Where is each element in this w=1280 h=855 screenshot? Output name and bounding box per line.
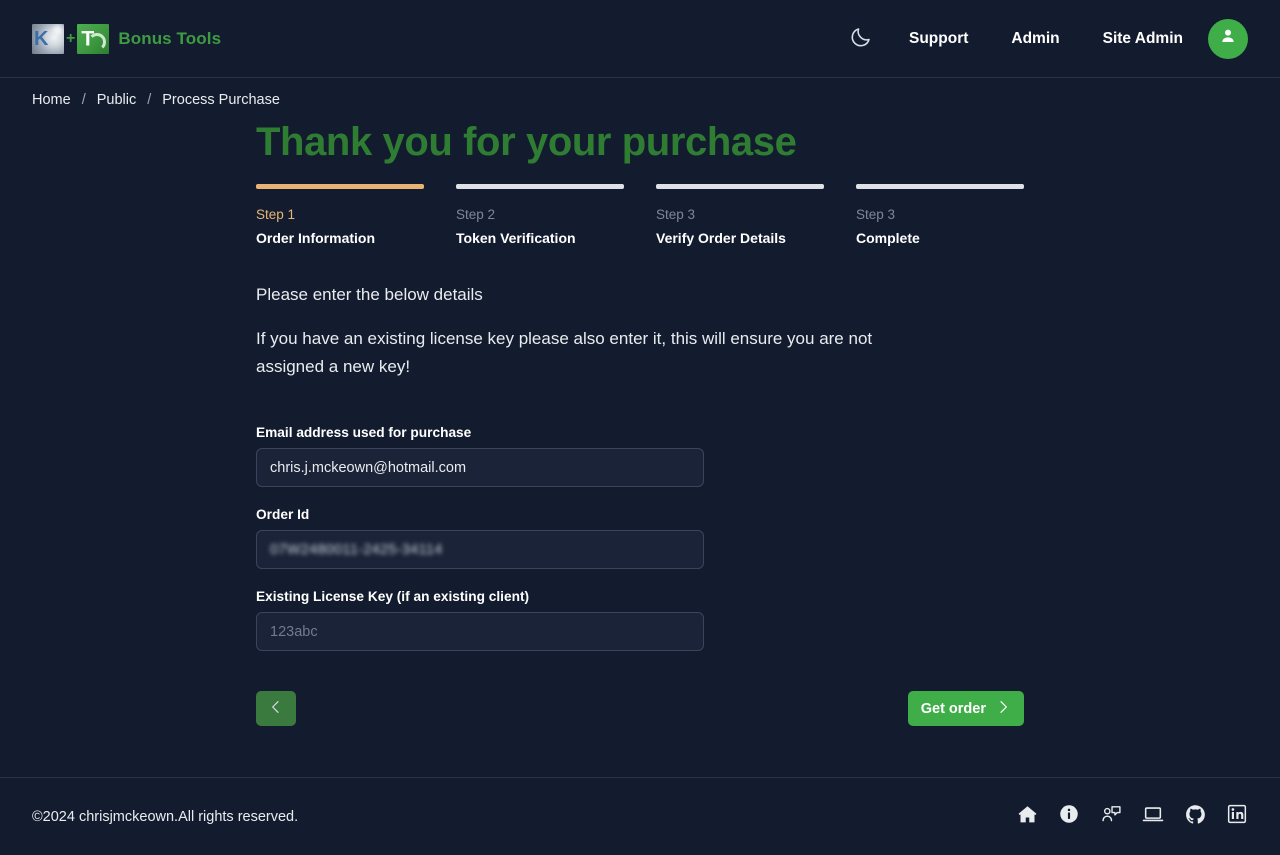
- stepper-bar-4: [856, 184, 1024, 189]
- stepper-label-3: Verify Order Details: [656, 229, 786, 246]
- page-title: Thank you for your purchase: [256, 120, 797, 164]
- field-email: Email address used for purchase: [256, 425, 1156, 488]
- instruction-primary: Please enter the below details: [256, 285, 483, 305]
- user-avatar-button[interactable]: [1208, 18, 1248, 59]
- stepper-label-1: Order Information: [256, 229, 376, 246]
- moon-icon: [849, 25, 873, 52]
- brand-name: Bonus Tools: [118, 28, 222, 48]
- content-inner-column: Thank you for your purchase Step 1 Order…: [256, 120, 1156, 727]
- breadcrumb-item-home[interactable]: Home: [32, 92, 71, 108]
- get-order-button-label: Get order: [920, 700, 986, 717]
- stepper-step-2[interactable]: Step 2 Token Verification: [456, 184, 624, 248]
- footer-linkedin-link[interactable]: [1226, 804, 1248, 829]
- stepper-label-4: Complete: [856, 229, 920, 246]
- tools-logo-icon: [77, 23, 110, 54]
- page-footer: ©2024 chrisjmckeown.All rights reserved.: [0, 777, 1280, 855]
- order-id-field-label: Order Id: [256, 507, 310, 523]
- chevron-right-icon: [995, 699, 1011, 719]
- linkedin-icon: [1227, 804, 1247, 829]
- stepper-number-3: Step 3: [656, 207, 696, 222]
- stepper-label-2: Token Verification: [456, 229, 576, 246]
- top-navigation-bar: + Bonus Tools Support Admin Site Admin: [0, 0, 1280, 78]
- laptop-icon: [1142, 803, 1164, 830]
- license-key-input[interactable]: [256, 612, 704, 652]
- nav-link-admin[interactable]: Admin: [1011, 22, 1059, 56]
- footer-social-links: [1016, 804, 1248, 830]
- field-license-key: Existing License Key (if an existing cli…: [256, 589, 1156, 652]
- stepper-step-3[interactable]: Step 3 Verify Order Details: [656, 184, 824, 248]
- order-id-input[interactable]: 07W2480011-2425-34114: [256, 530, 704, 570]
- footer-support-link[interactable]: [1100, 804, 1122, 830]
- back-button[interactable]: [256, 691, 296, 727]
- user-icon: [1218, 26, 1238, 51]
- main-content: Thank you for your purchase Step 1 Order…: [0, 120, 1280, 727]
- instruction-secondary: If you have an existing license key plea…: [256, 328, 873, 377]
- stepper-bar-3: [656, 184, 824, 189]
- info-circle-icon: [1059, 804, 1079, 829]
- footer-home-link[interactable]: [1016, 804, 1038, 830]
- progress-stepper: Step 1 Order Information Step 2 Token Ve…: [256, 184, 1156, 248]
- email-input[interactable]: [256, 448, 704, 488]
- get-order-button[interactable]: Get order: [907, 691, 1024, 727]
- breadcrumb-separator: /: [147, 92, 152, 108]
- theme-toggle-button[interactable]: [841, 19, 881, 59]
- stepper-bar-1: [256, 184, 424, 189]
- kontrol-logo-icon: [32, 23, 64, 54]
- form-actions: Get order: [256, 691, 1024, 727]
- email-field-label: Email address used for purchase: [256, 425, 472, 441]
- stepper-step-1[interactable]: Step 1 Order Information: [256, 184, 424, 248]
- home-icon: [1017, 804, 1038, 830]
- nav-link-support[interactable]: Support: [909, 22, 968, 56]
- chevron-left-icon: [268, 699, 284, 718]
- footer-desktop-link[interactable]: [1142, 806, 1164, 828]
- field-order-id: Order Id 07W2480011-2425-34114: [256, 507, 1156, 570]
- breadcrumb-separator: /: [81, 92, 86, 108]
- breadcrumb: Home / Public / Process Purchase: [0, 78, 1280, 120]
- breadcrumb-item-process-purchase: Process Purchase: [162, 92, 280, 108]
- copyright-text: ©2024 chrisjmckeown.All rights reserved.: [32, 808, 299, 825]
- stepper-number-1: Step 1: [256, 207, 296, 222]
- stepper-bar-2: [456, 184, 624, 189]
- order-id-value-redacted: 07W2480011-2425-34114: [270, 541, 443, 558]
- breadcrumb-item-public[interactable]: Public: [97, 92, 137, 108]
- support-chat-icon: [1101, 804, 1122, 830]
- stepper-step-4[interactable]: Step 3 Complete: [856, 184, 1024, 248]
- github-icon: [1185, 804, 1206, 830]
- license-key-field-label: Existing License Key (if an existing cli…: [256, 589, 530, 605]
- nav-right-group: Support Admin Site Admin: [841, 18, 1248, 59]
- stepper-number-4: Step 3: [856, 207, 896, 222]
- nav-link-site-admin[interactable]: Site Admin: [1103, 22, 1183, 56]
- brand-logo-link[interactable]: + Bonus Tools: [32, 23, 222, 54]
- footer-info-link[interactable]: [1058, 804, 1080, 829]
- stepper-number-2: Step 2: [456, 207, 496, 222]
- footer-github-link[interactable]: [1184, 804, 1206, 830]
- logo-plus-separator: +: [66, 29, 76, 47]
